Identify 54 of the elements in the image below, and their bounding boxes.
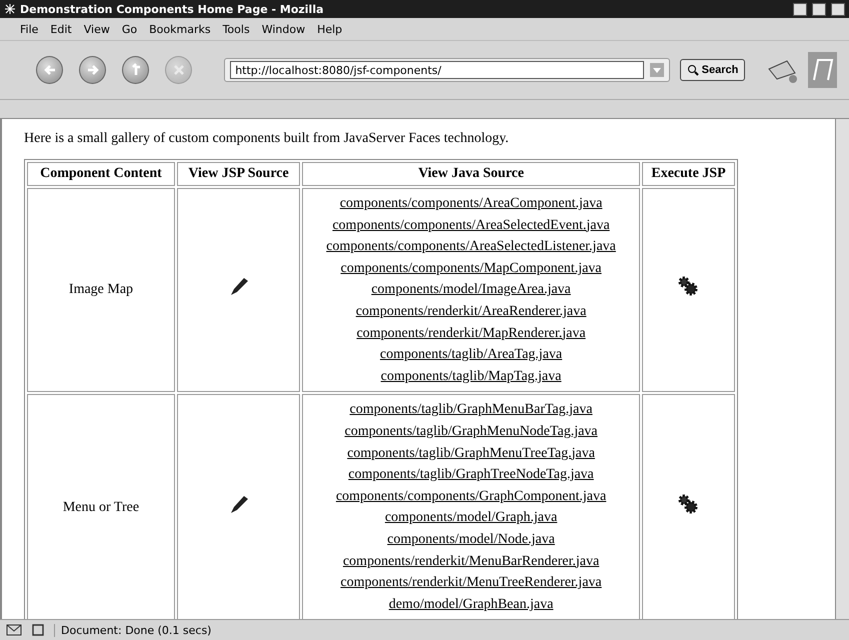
search-button[interactable]: Search: [680, 59, 746, 81]
logo-icon: [808, 52, 837, 88]
menu-item[interactable]: Help: [317, 22, 342, 36]
menu-item[interactable]: File: [20, 22, 38, 36]
source-link[interactable]: components/components/AreaSelectedListener.java: [303, 236, 639, 258]
source-link[interactable]: components/components/MapComponent.java: [303, 258, 639, 280]
source-link[interactable]: components/components/GraphComponent.java: [303, 486, 639, 508]
source-link[interactable]: components/renderkit/MenuBarRenderer.java: [303, 550, 639, 572]
column-header: View Java Source: [302, 162, 640, 186]
forward-button[interactable]: [79, 56, 106, 84]
window-title: Demonstration Components Home Page - Mozilla: [20, 2, 325, 16]
close-button[interactable]: [831, 2, 845, 16]
maximize-button[interactable]: [812, 2, 826, 16]
gears-icon[interactable]: [677, 494, 700, 514]
table-cell: Image Map: [27, 188, 175, 392]
source-link[interactable]: components/components/AreaComponent.java: [303, 193, 639, 215]
source-link[interactable]: components/taglib/GraphMenuBarTag.java: [303, 399, 639, 421]
search-icon: [686, 64, 699, 76]
back-button[interactable]: [36, 56, 64, 84]
menu-item[interactable]: Tools: [222, 22, 250, 36]
menu-item[interactable]: Bookmarks: [149, 22, 211, 36]
menu-item[interactable]: Edit: [50, 22, 72, 36]
reload-button[interactable]: [122, 56, 150, 84]
source-link[interactable]: components/taglib/GraphMenuTreeTag.java: [303, 442, 639, 464]
source-link[interactable]: components/taglib/AreaTag.java: [303, 344, 639, 366]
left-arrow-icon: [42, 63, 57, 77]
source-link[interactable]: components/renderkit/MenuTreeRenderer.java: [303, 572, 639, 594]
source-link[interactable]: components/renderkit/AreaRenderer.java: [303, 300, 639, 323]
menu-item[interactable]: Go: [122, 22, 138, 36]
scrollbar[interactable]: [835, 119, 849, 619]
source-link[interactable]: components/model/Node.java: [303, 528, 639, 550]
source-link[interactable]: components/model/Graph.java: [303, 507, 639, 529]
source-link[interactable]: demo/model/GraphBean.java: [303, 594, 639, 616]
source-link[interactable]: components/components/AreaSelectedEvent.java: [303, 214, 639, 236]
address-bar[interactable]: http://localhost:8080/jsf-components/: [224, 58, 670, 82]
app-icon: [4, 3, 16, 15]
source-link[interactable]: components/taglib/MapTag.java: [303, 366, 639, 388]
minimize-button[interactable]: [793, 2, 807, 16]
mail-icon[interactable]: [6, 624, 22, 636]
menu-item[interactable]: Window: [262, 22, 306, 36]
source-link[interactable]: components/renderkit/MapRenderer.java: [303, 322, 639, 344]
gears-icon[interactable]: [677, 276, 700, 296]
column-header: View JSP Source: [176, 162, 300, 186]
status-text: Document: Done (0.1 secs): [54, 624, 212, 636]
column-header: Component Content: [27, 162, 175, 186]
intro-text: Here is a small gallery of custom components built from JavaServer Faces technology.: [24, 131, 510, 147]
menu-item[interactable]: View: [84, 22, 110, 36]
table-cell: Menu or Tree: [27, 394, 175, 619]
close-icon: [172, 63, 186, 77]
right-arrow-icon: [86, 63, 100, 77]
column-header: Execute JSP: [642, 162, 735, 186]
source-link[interactable]: components/taglib/GraphMenuNodeTag.java: [303, 420, 639, 443]
source-link[interactable]: components/taglib/GraphTreeNodeTag.java: [303, 464, 639, 486]
source-link[interactable]: components/model/ImageArea.java: [303, 279, 639, 301]
